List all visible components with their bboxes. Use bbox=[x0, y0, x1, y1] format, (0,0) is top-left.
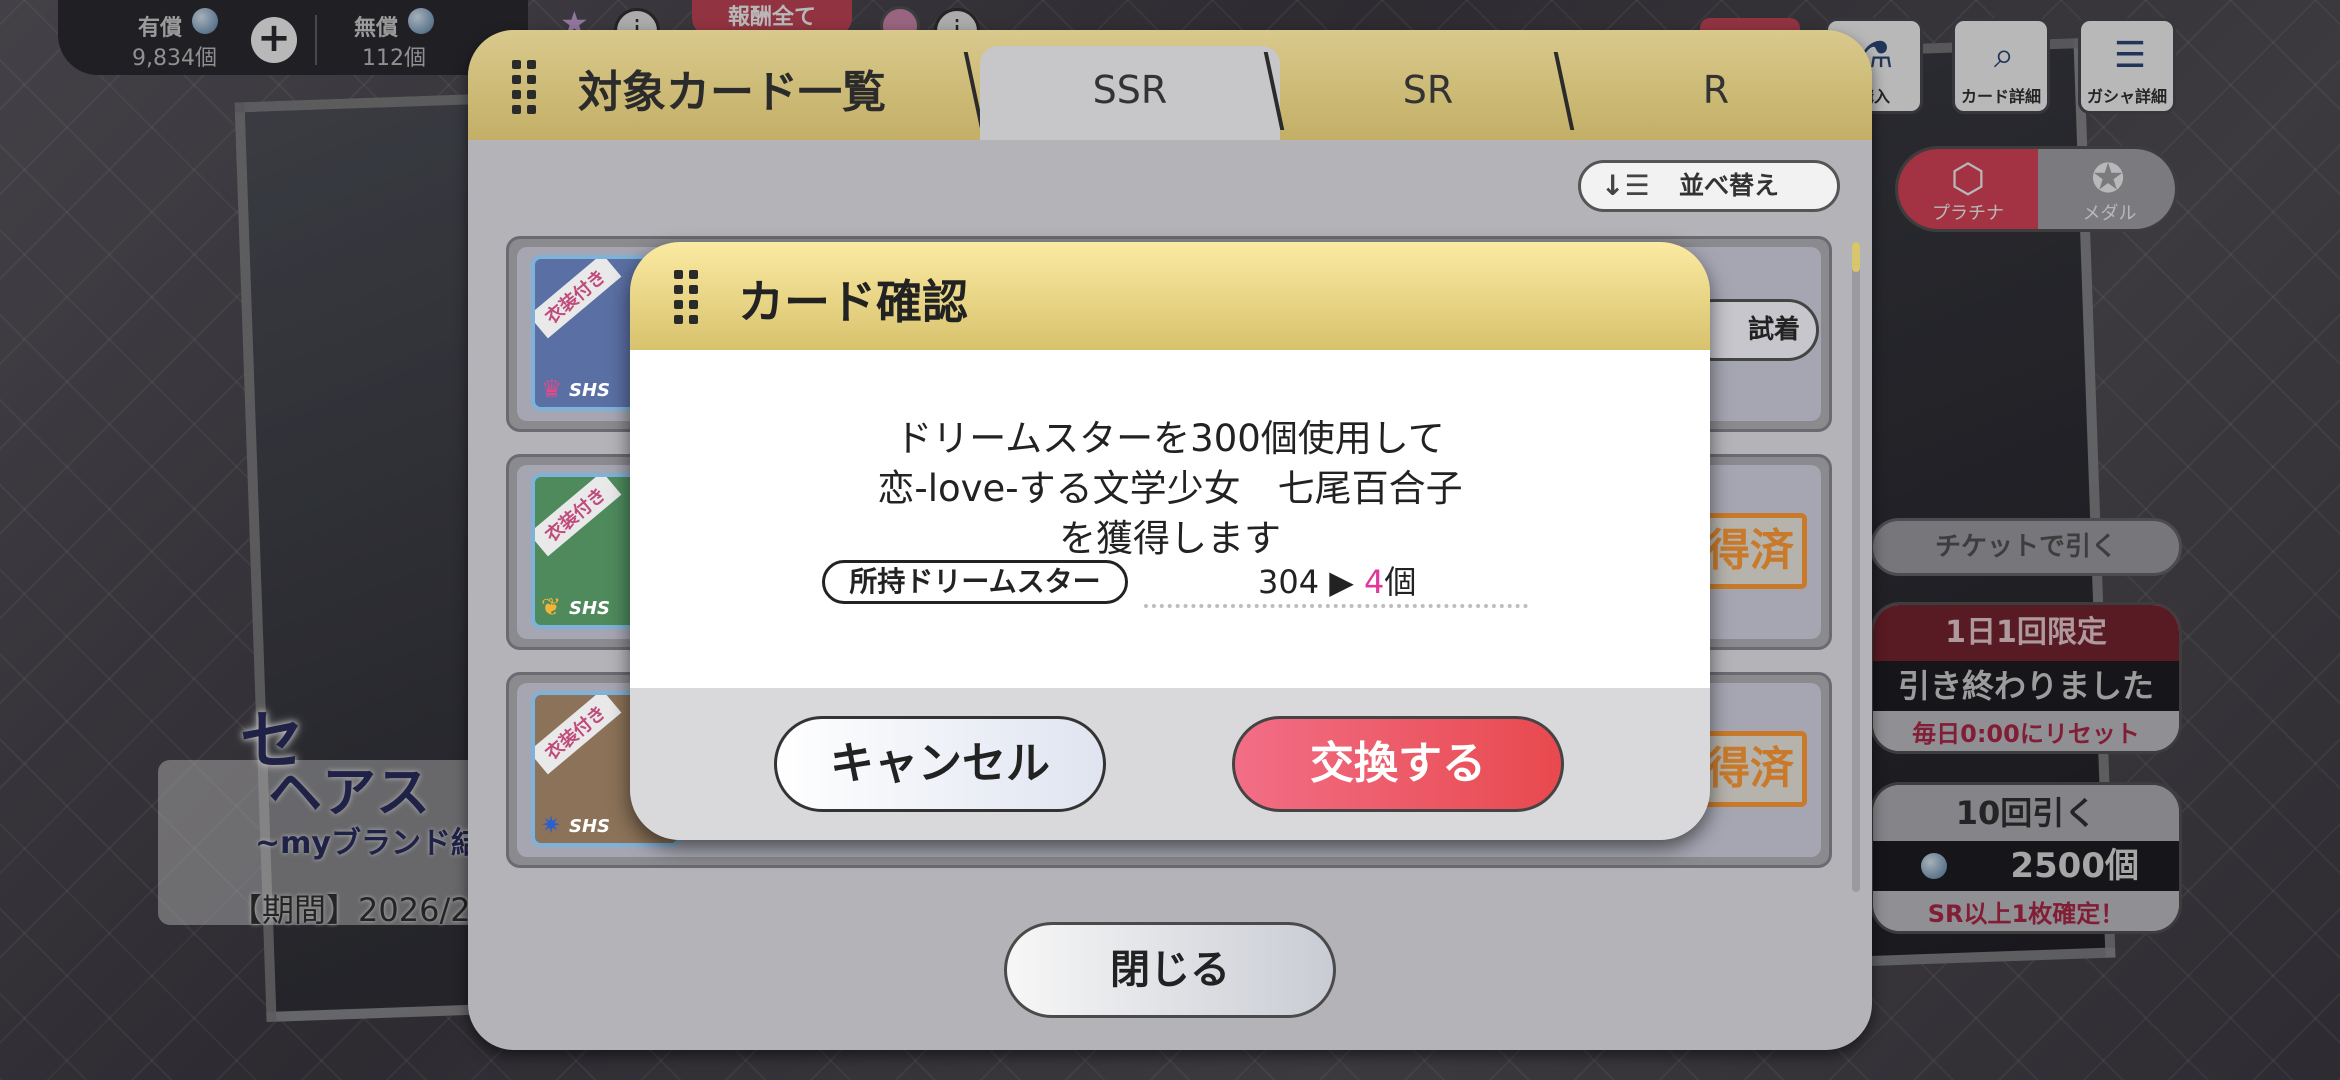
scrollbar-thumb[interactable] bbox=[1852, 242, 1860, 272]
dialog-body: ドリームスターを300個使用して 恋-love-する文学少女 七尾百合子 を獲得… bbox=[630, 350, 1710, 688]
dialog-message-line3: を獲得します bbox=[1059, 517, 1281, 560]
sort-icon: ↓☰ bbox=[1601, 169, 1650, 202]
drag-handle-icon[interactable] bbox=[512, 60, 536, 114]
card-rank: SHS bbox=[569, 816, 610, 837]
drag-handle-icon[interactable] bbox=[674, 270, 698, 324]
card-list-title: 対象カード一覧 bbox=[578, 67, 886, 118]
costume-badge: 衣装付き bbox=[535, 695, 622, 775]
tab-r[interactable]: R bbox=[1566, 46, 1866, 140]
dialog-message-line2: 恋-love-する文学少女 七尾百合子 bbox=[877, 467, 1463, 510]
costume-badge: 衣装付き bbox=[535, 477, 622, 557]
owned-after-value: 4 bbox=[1364, 563, 1385, 601]
dialog-footer: キャンセル 交換する bbox=[630, 688, 1710, 840]
owned-dreamstar-value: 304 ▶ 4個 bbox=[1258, 563, 1417, 601]
wing-icon: ❦ bbox=[541, 593, 562, 621]
exchange-button[interactable]: 交換する bbox=[1232, 716, 1564, 812]
dialog-title: カード確認 bbox=[738, 275, 968, 329]
close-button[interactable]: 閉じる bbox=[1004, 922, 1336, 1018]
dotted-leader bbox=[1144, 604, 1528, 608]
cancel-button[interactable]: キャンセル bbox=[774, 716, 1106, 812]
card-rank: SHS bbox=[569, 380, 610, 401]
owned-dreamstar-row: 所持ドリームスター 304 ▶ 4個 bbox=[822, 560, 1528, 616]
owned-dreamstar-label: 所持ドリームスター bbox=[822, 560, 1128, 604]
card-rank: SHS bbox=[569, 598, 610, 619]
star-icon: ✷ bbox=[541, 811, 562, 839]
card-list-header: 対象カード一覧 SSR SR R bbox=[468, 30, 1872, 140]
card-confirm-dialog: カード確認 ドリームスターを300個使用して 恋-love-する文学少女 七尾百… bbox=[630, 242, 1710, 840]
dialog-message-line1: ドリームスターを300個使用して bbox=[895, 417, 1445, 460]
scrollbar[interactable] bbox=[1852, 242, 1860, 892]
tab-ssr[interactable]: SSR bbox=[980, 46, 1280, 140]
tab-sr[interactable]: SR bbox=[1278, 46, 1578, 140]
costume-badge: 衣装付き bbox=[535, 259, 622, 339]
sort-button[interactable]: ↓☰ 並べ替え bbox=[1578, 160, 1840, 212]
crown-icon: ♛ bbox=[541, 375, 563, 403]
dialog-header: カード確認 bbox=[630, 242, 1710, 350]
